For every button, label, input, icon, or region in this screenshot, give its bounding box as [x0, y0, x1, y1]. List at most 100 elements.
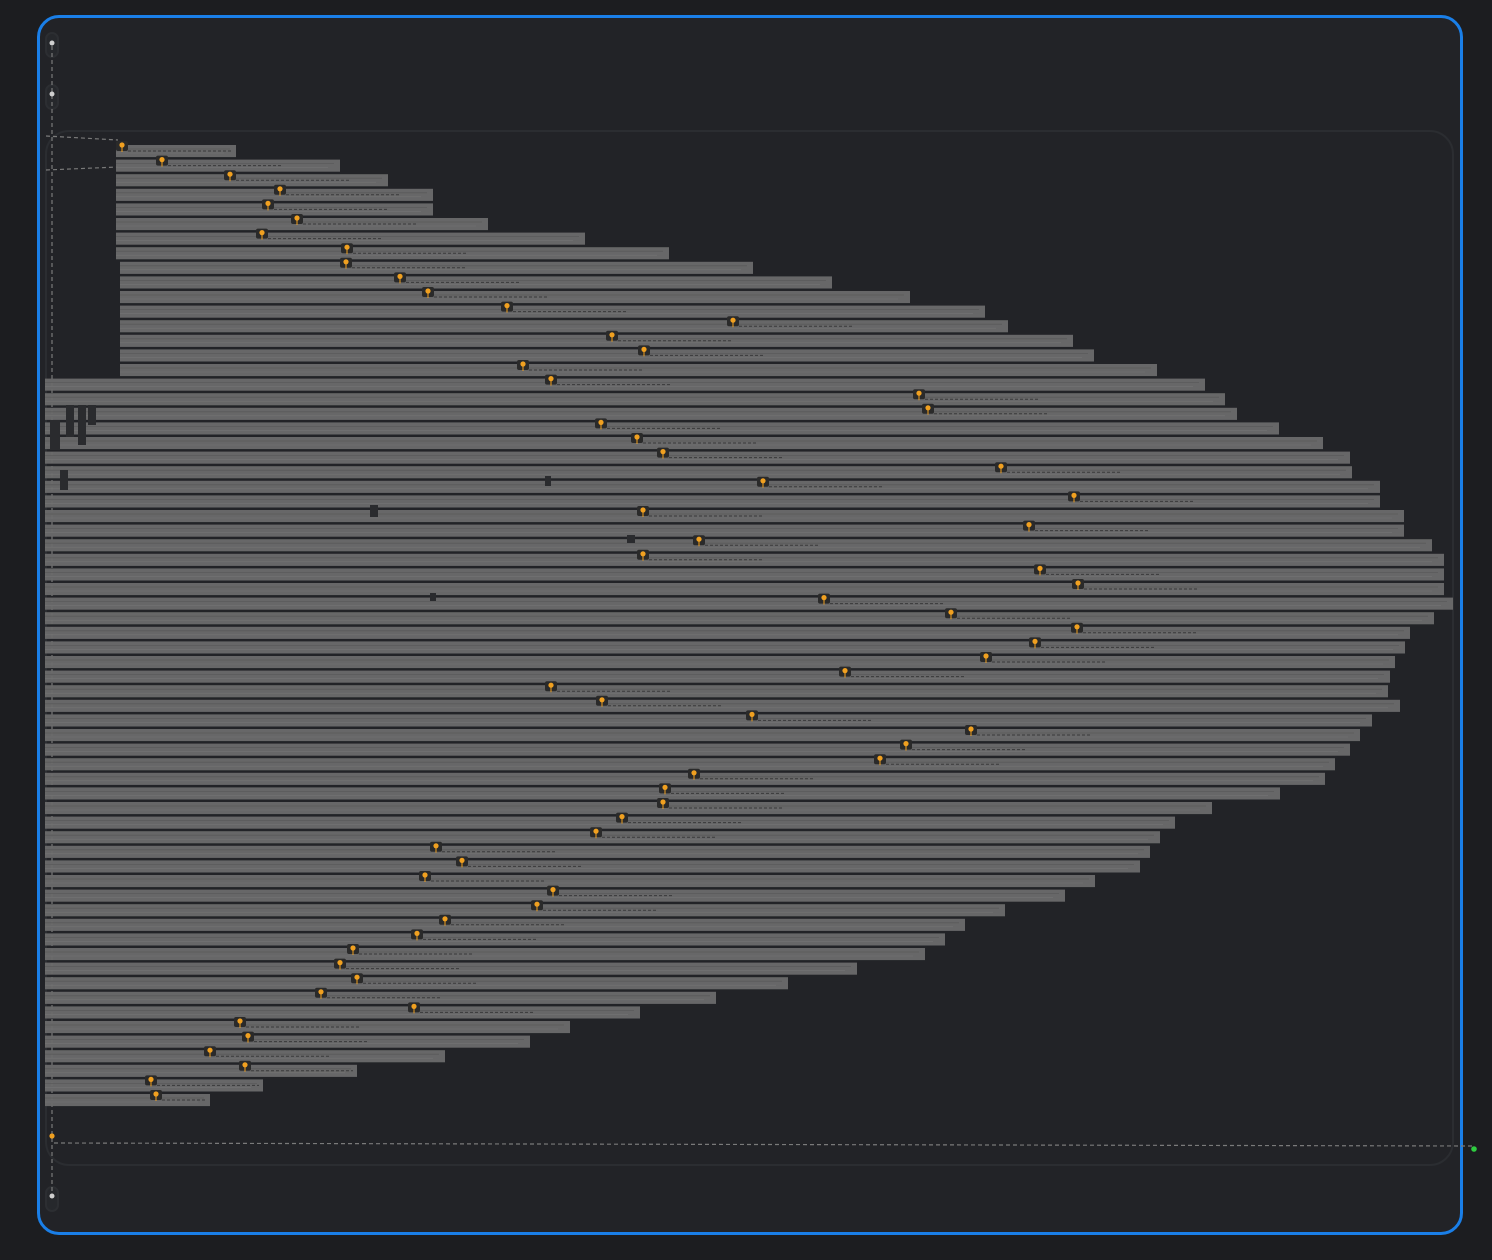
marker-pin-icon	[983, 653, 989, 659]
marker-pin-icon	[159, 157, 165, 163]
marker-pin-icon	[354, 974, 360, 980]
marker-pin-icon	[1032, 638, 1038, 645]
span-bar	[120, 364, 1157, 377]
marker-pin-icon	[903, 741, 909, 747]
workflow-canvas[interactable]	[0, 0, 1492, 1260]
span-bar	[120, 320, 1008, 333]
marker-pin-icon	[1071, 492, 1077, 498]
exit-node-icon	[49, 1193, 55, 1199]
marker-pin-icon	[550, 887, 556, 893]
collapsed-block	[66, 405, 74, 437]
marker-pin-icon	[691, 770, 697, 776]
marker-pin-icon	[968, 726, 974, 732]
span-bar	[45, 714, 1372, 727]
marker-pin-icon	[619, 814, 625, 820]
start-node-icon	[49, 40, 55, 46]
marker-pin-icon	[842, 668, 848, 674]
marker-pin-icon	[350, 945, 356, 951]
span-bar	[45, 729, 1360, 742]
span-bar	[45, 918, 965, 931]
marker-pin-icon	[442, 916, 448, 922]
marker-pin-icon	[641, 346, 647, 352]
marker-pin-icon	[696, 536, 702, 542]
span-bar	[45, 466, 1352, 479]
marker-pin-icon	[414, 930, 420, 937]
marker-pin-icon	[227, 171, 233, 177]
marker-pin-icon	[119, 142, 125, 148]
marker-pin-icon	[422, 872, 428, 878]
span-bar	[45, 743, 1350, 756]
span-bar	[120, 261, 753, 274]
marker-pin-icon	[242, 1062, 248, 1068]
collapsed-block	[545, 476, 551, 486]
collapsed-block	[78, 405, 86, 445]
span-bar	[45, 772, 1325, 785]
marker-pin-icon	[916, 390, 922, 396]
marker-pin-icon	[1026, 522, 1032, 528]
span-bar	[45, 991, 716, 1004]
span-bar	[45, 948, 925, 961]
marker-pin-icon	[534, 901, 540, 907]
marker-pin-icon	[599, 697, 605, 703]
marker-pin-icon	[520, 361, 526, 367]
span-bar	[45, 816, 1175, 829]
marker-pin-icon	[425, 288, 431, 294]
span-bar	[45, 480, 1380, 493]
end-dot-icon	[1471, 1146, 1477, 1152]
span-bar	[45, 685, 1388, 698]
marker-pin-icon	[662, 784, 668, 791]
marker-pin-icon	[277, 186, 283, 192]
span-bar	[45, 904, 1005, 917]
span-bar	[45, 1006, 640, 1019]
span-bar	[45, 656, 1395, 669]
span-bar	[120, 334, 1073, 347]
span-bar	[45, 393, 1225, 406]
span-bar	[45, 539, 1432, 552]
marker-pin-icon	[821, 595, 827, 601]
marker-pin-icon	[660, 799, 666, 805]
marker-pin-icon	[660, 449, 666, 455]
collapsed-block	[627, 535, 635, 543]
marker-pin-icon	[598, 419, 604, 425]
span-bar	[45, 1094, 210, 1107]
span-bar	[45, 597, 1453, 610]
marker-pin-icon	[245, 1033, 251, 1039]
collapsed-block	[60, 470, 68, 490]
collapsed-block	[430, 593, 436, 601]
marker-pin-icon	[459, 857, 465, 864]
marker-pin-icon	[593, 828, 599, 834]
marker-pin-icon	[749, 711, 755, 718]
marker-pin-icon	[609, 332, 615, 338]
marker-pin-icon	[318, 989, 324, 995]
marker-pin-icon	[397, 273, 403, 279]
marker-pin-icon	[259, 230, 265, 236]
marker-pin-icon	[634, 434, 640, 440]
marker-pin-icon	[337, 960, 343, 966]
marker-pin-icon	[640, 507, 646, 513]
entry-connector	[45, 135, 119, 141]
span-bar	[45, 977, 788, 990]
span-bar	[45, 1064, 357, 1077]
span-bar	[45, 612, 1434, 625]
marker-pin-icon	[49, 1133, 55, 1139]
span-bar	[45, 1035, 530, 1048]
marker-pin-icon	[433, 843, 439, 849]
marker-pin-icon	[1075, 580, 1081, 586]
span-bar	[116, 247, 669, 260]
span-bar	[45, 758, 1335, 771]
step-node-icon	[49, 91, 55, 97]
marker-pin-icon	[760, 478, 766, 484]
span-bar	[45, 626, 1410, 639]
collapsed-block	[50, 420, 60, 450]
marker-pin-icon	[730, 317, 736, 323]
exit-connector	[53, 1142, 1473, 1147]
marker-pin-icon	[148, 1076, 154, 1082]
span-bar	[45, 875, 1095, 888]
span-bar	[45, 568, 1444, 581]
span-bar	[45, 641, 1405, 654]
span-bar	[45, 1050, 445, 1063]
span-bar	[120, 305, 985, 318]
marker-pin-icon	[1037, 565, 1043, 572]
span-bar	[45, 845, 1150, 858]
marker-pin-icon	[207, 1047, 213, 1053]
